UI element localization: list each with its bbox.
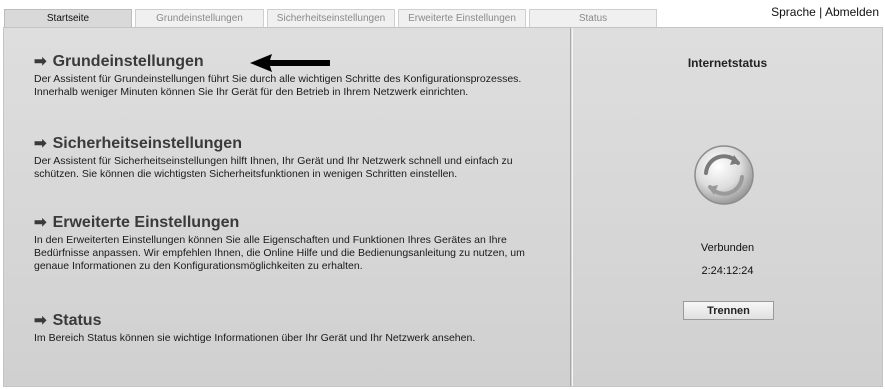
- section-description: Im Bereich Status können sie wichtige In…: [34, 332, 476, 344]
- tab-grundeinstellungen[interactable]: Grundeinstellungen: [135, 9, 264, 28]
- section-erweiterte-einstellungen: ➡ Erweiterte Einstellungen In den Erweit…: [34, 213, 534, 273]
- section-link-sicherheitseinstellungen[interactable]: Sicherheitseinstellungen: [53, 134, 242, 154]
- connection-state: Verbunden: [700, 242, 755, 254]
- right-arrow-icon: ➡: [34, 135, 47, 152]
- section-title: ➡ Sicherheitseinstellungen: [34, 134, 534, 154]
- internet-status-title: Internetstatus: [687, 56, 768, 70]
- connection-duration: 2:24:12:24: [701, 265, 754, 277]
- section-sicherheitseinstellungen: ➡ Sicherheitseinstellungen Der Assistent…: [34, 134, 534, 181]
- link-separator: |: [815, 5, 825, 19]
- tab-erweiterte-einstellungen[interactable]: Erweiterte Einstellungen: [398, 9, 526, 28]
- column-divider-highlight: [572, 28, 573, 386]
- section-status: ➡ Status Im Bereich Status können sie wi…: [34, 311, 534, 345]
- right-arrow-icon: ➡: [34, 53, 47, 70]
- logout-link[interactable]: Abmelden: [825, 5, 879, 19]
- section-link-status[interactable]: Status: [53, 311, 102, 331]
- section-description: In den Erweiterten Einstellungen können …: [34, 234, 525, 272]
- section-description: Der Assistent für Sicherheitseinstellung…: [34, 155, 513, 180]
- section-link-grundeinstellungen[interactable]: Grundeinstellungen: [53, 52, 204, 72]
- section-link-erweiterte-einstellungen[interactable]: Erweiterte Einstellungen: [53, 213, 240, 233]
- tab-status[interactable]: Status: [529, 9, 657, 28]
- section-description: Der Assistent für Grundeinstellungen füh…: [34, 73, 522, 98]
- tab-sicherheitseinstellungen[interactable]: Sicherheitseinstellungen: [267, 9, 395, 28]
- column-divider: [570, 28, 571, 386]
- tab-startseite[interactable]: Startseite: [4, 9, 132, 28]
- main-panel: ➡ Grundeinstellungen Der Assistent für G…: [3, 27, 883, 387]
- disconnect-button[interactable]: Trennen: [683, 301, 774, 320]
- right-arrow-icon: ➡: [34, 312, 47, 329]
- globe-connection-icon: [694, 145, 754, 205]
- tab-bar: Startseite Grundeinstellungen Sicherheit…: [4, 9, 657, 28]
- right-arrow-icon: ➡: [34, 214, 47, 231]
- section-title: ➡ Status: [34, 311, 534, 331]
- left-arrow-pointer-icon: [250, 54, 330, 72]
- top-links: Sprache | Abmelden: [771, 5, 879, 19]
- language-link[interactable]: Sprache: [771, 5, 816, 19]
- section-title: ➡ Erweiterte Einstellungen: [34, 213, 534, 233]
